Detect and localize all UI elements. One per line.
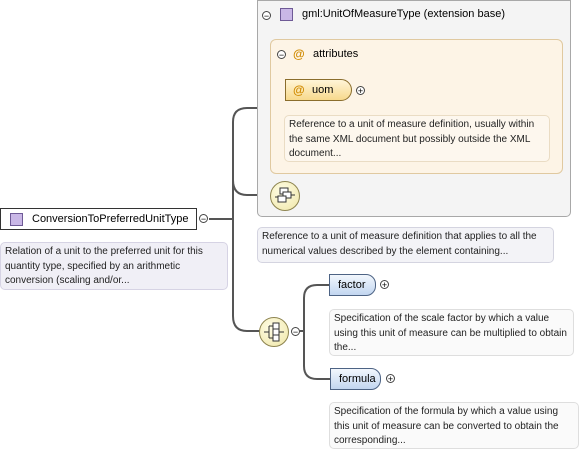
- element-name: ConversionToPreferredUnitType: [32, 213, 189, 225]
- uom-label: uom: [312, 84, 334, 96]
- collapse-icon[interactable]: −: [262, 11, 271, 21]
- expand-icon[interactable]: +: [386, 374, 395, 384]
- sequence-glyph-icon: [275, 187, 295, 203]
- conversion-element-node[interactable]: ConversionToPreferredUnitType: [0, 208, 197, 230]
- attributes-label: attributes: [313, 48, 359, 60]
- extension-base-documentation: Reference to a unit of measure definitio…: [257, 227, 554, 263]
- uom-attribute-node[interactable]: @ uom: [285, 79, 352, 101]
- expand-icon[interactable]: +: [380, 280, 389, 290]
- collapse-icon[interactable]: −: [291, 327, 300, 337]
- formula-element-node[interactable]: formula: [330, 368, 381, 390]
- factor-element-node[interactable]: factor: [329, 274, 376, 296]
- expand-icon[interactable]: +: [356, 86, 365, 96]
- complex-type-icon: [280, 8, 293, 21]
- choice-glyph-icon: [264, 322, 284, 342]
- element-documentation: Relation of a unit to the preferred unit…: [0, 242, 228, 290]
- extension-base-title: gml:UnitOfMeasureType (extension base): [302, 8, 505, 20]
- collapse-icon[interactable]: −: [199, 214, 208, 224]
- choice-compositor-icon[interactable]: [259, 317, 289, 347]
- formula-label: formula: [339, 373, 376, 385]
- uom-documentation: Reference to a unit of measure definitio…: [284, 115, 550, 162]
- formula-documentation: Specification of the formula by which a …: [329, 402, 579, 449]
- collapse-icon[interactable]: −: [277, 50, 286, 60]
- attribute-icon: @: [293, 47, 305, 61]
- complex-type-icon: [10, 213, 23, 226]
- sequence-compositor-icon[interactable]: [270, 181, 300, 211]
- factor-label: factor: [338, 279, 366, 291]
- attribute-icon: @: [293, 83, 305, 97]
- factor-documentation: Specification of the scale factor by whi…: [329, 309, 574, 356]
